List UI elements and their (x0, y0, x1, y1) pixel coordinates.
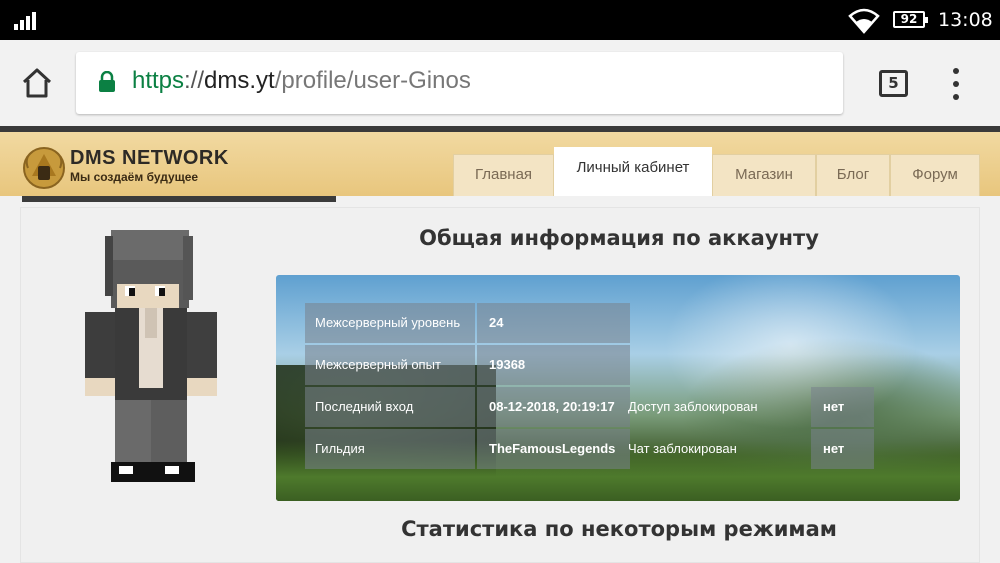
tab-switcher-button[interactable]: 5 (879, 70, 908, 97)
row-value-level: 24 (477, 303, 630, 343)
status-bar: 92 13:08 (0, 0, 1000, 40)
battery-indicator: 92 (893, 11, 928, 28)
url-path: /profile/user-Ginos (274, 67, 471, 94)
signal-icon (14, 10, 40, 30)
row-label-exp: Межсерверный опыт (305, 345, 475, 385)
url-scheme: https (132, 67, 185, 94)
row-value-chat-blocked: нет (811, 429, 874, 469)
nav-tab-shop[interactable]: Магазин (712, 154, 816, 196)
site-header: DMS NETWORK Мы создаём будущее Главная Л… (0, 132, 1000, 196)
row-label-access-blocked: Доступ заблокирован (628, 399, 758, 414)
profile-card: Общая информация по аккаунту Межсерверны… (20, 207, 980, 563)
nav-tab-home[interactable]: Главная (453, 154, 554, 196)
url-text: https://dms.yt/profile/user-Ginos (132, 67, 471, 95)
url-host: dms.yt (204, 67, 275, 94)
account-info-title: Общая информация по аккаунту (419, 226, 819, 250)
overflow-menu-icon[interactable] (948, 68, 964, 100)
row-label-last-login: Последний вход (305, 387, 475, 427)
player-skin-avatar (85, 230, 217, 482)
address-bar[interactable]: https://dms.yt/profile/user-Ginos (76, 52, 843, 114)
row-value-guild[interactable]: TheFamousLegends (477, 429, 630, 469)
home-icon[interactable] (20, 66, 54, 100)
clock: 13:08 (938, 9, 993, 31)
nav-tab-account[interactable]: Личный кабинет (554, 147, 712, 196)
nav-tab-forum[interactable]: Форум (890, 154, 980, 196)
wifi-icon (848, 8, 880, 34)
stats-title: Статистика по некоторым режимам (401, 517, 837, 541)
nav-tab-blog[interactable]: Блог (816, 154, 890, 196)
logo-title[interactable]: DMS NETWORK (70, 147, 229, 170)
logo-emblem-icon[interactable] (22, 146, 66, 190)
browser-toolbar: https://dms.yt/profile/user-Ginos 5 (0, 40, 1000, 126)
row-value-access-blocked: нет (811, 387, 874, 427)
row-value-last-login: 08-12-2018, 20:19:17 (477, 387, 630, 427)
row-label-level: Межсерверный уровень (305, 303, 475, 343)
account-info-panel: Межсерверный уровень 24 Межсерверный опы… (276, 275, 960, 501)
url-separator: :// (184, 67, 205, 94)
logo-subtitle: Мы создаём будущее (70, 170, 199, 184)
row-label-guild: Гильдия (305, 429, 475, 469)
lock-icon (99, 71, 115, 92)
row-label-chat-blocked: Чат заблокирован (628, 441, 737, 456)
row-value-exp: 19368 (477, 345, 630, 385)
sidebar-edge (22, 196, 336, 202)
